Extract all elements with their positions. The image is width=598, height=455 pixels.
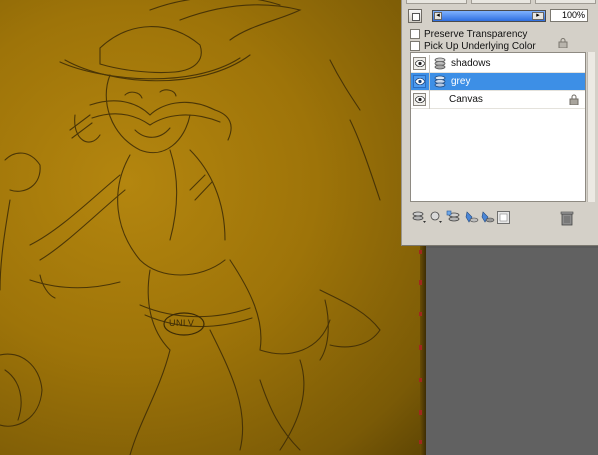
composite-dropdown[interactable] xyxy=(470,0,532,4)
belt-badge-text: UNLV xyxy=(169,318,195,328)
opacity-value-field[interactable]: 100% xyxy=(550,9,588,22)
eye-icon[interactable] xyxy=(413,57,426,70)
new-layer-icon[interactable] xyxy=(480,210,495,225)
layer-row-canvas[interactable]: Canvas xyxy=(411,91,585,109)
layer-name: Canvas xyxy=(449,94,483,105)
preserve-transparency-row[interactable]: Preserve Transparency xyxy=(410,28,527,40)
layers-scrollbar[interactable] xyxy=(587,52,595,202)
pick-up-underlying-row[interactable]: Pick Up Underlying Color xyxy=(410,40,536,52)
opacity-slider[interactable]: ◂ ▸ xyxy=(432,10,546,22)
mask-icon[interactable] xyxy=(464,210,479,225)
layer-stack-icon xyxy=(434,75,446,88)
eye-icon[interactable] xyxy=(413,93,426,106)
layer-name: shadows xyxy=(451,58,491,69)
layer-options-icon[interactable] xyxy=(408,9,422,23)
pick-up-underlying-checkbox[interactable] xyxy=(410,41,420,51)
canvas-border-marks xyxy=(419,250,422,444)
row-divider xyxy=(429,73,430,91)
layer-row-shadows[interactable]: shadows xyxy=(411,55,585,73)
new-group-icon[interactable] xyxy=(446,210,461,225)
layer-stack-icon xyxy=(434,57,446,70)
slider-left-arrow-icon[interactable]: ◂ xyxy=(434,12,442,20)
preserve-transparency-label: Preserve Transparency xyxy=(424,28,528,40)
blend-mode-dropdown[interactable] xyxy=(406,0,467,4)
panel-menu-tab[interactable] xyxy=(535,0,597,4)
layer-row-grey[interactable]: grey xyxy=(411,73,585,91)
row-divider xyxy=(429,55,430,73)
drawing-canvas[interactable]: UNLV xyxy=(0,0,424,455)
layers-list: shadows grey Canvas xyxy=(410,52,586,202)
layers-panel: ◂ ▸ 100% Preserve Transparency Pick Up U… xyxy=(401,0,598,246)
panel-top-strip xyxy=(406,0,597,4)
workspace-background xyxy=(426,248,598,455)
slider-right-arrow-icon[interactable]: ▸ xyxy=(532,12,544,20)
sketch-drawing xyxy=(0,0,381,455)
preserve-transparency-checkbox[interactable] xyxy=(410,29,420,39)
layer-name: grey xyxy=(451,76,471,87)
row-divider xyxy=(429,91,430,109)
dynamic-plugins-icon[interactable] xyxy=(428,210,443,225)
opacity-row: ◂ ▸ 100% xyxy=(408,9,594,25)
new-watercolor-layer-icon[interactable] xyxy=(496,210,511,225)
layers-toolbar xyxy=(410,210,596,228)
lock-transparency-icon[interactable] xyxy=(558,38,568,48)
lock-icon xyxy=(569,94,579,105)
layer-commands-icon[interactable] xyxy=(412,210,427,225)
eye-icon[interactable] xyxy=(413,75,426,88)
trash-icon[interactable] xyxy=(560,210,574,226)
pick-up-underlying-label: Pick Up Underlying Color xyxy=(424,40,536,52)
